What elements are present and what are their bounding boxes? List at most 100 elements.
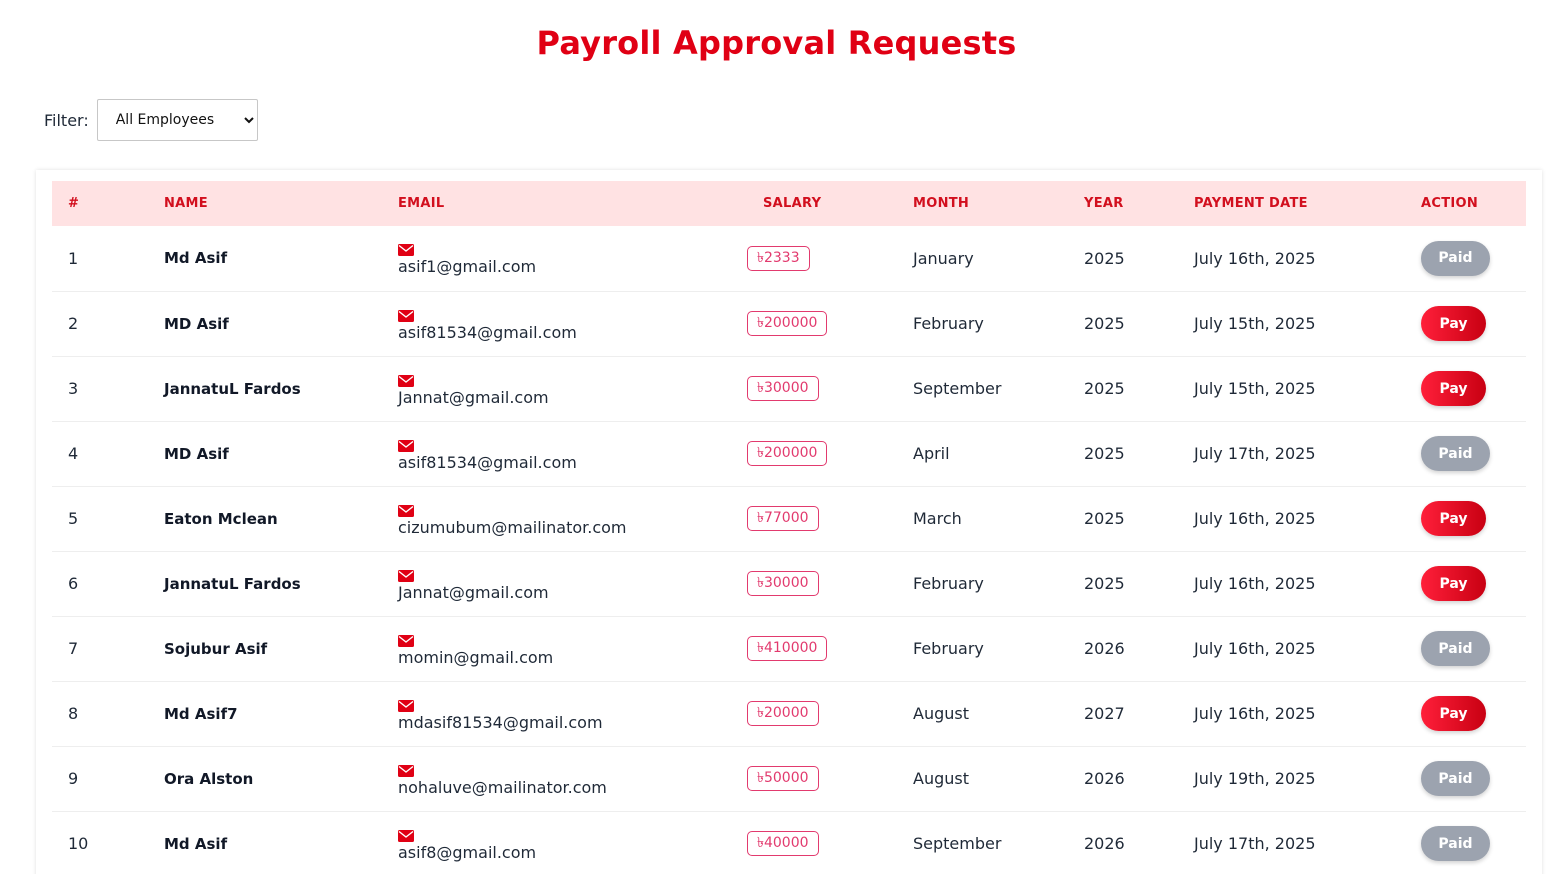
payroll-month: January: [913, 248, 974, 268]
column-header-action: ACTION: [1421, 196, 1479, 211]
salary-cell: ৳30000: [747, 551, 913, 616]
payroll-month: March: [913, 509, 962, 528]
email-cell: Jannat@gmail.com: [398, 551, 747, 616]
table-row: 9 Ora Alston nohaluve@mailinator.com ৳50000…: [52, 746, 1526, 811]
table-row: 7 Sojubur Asif momin@gmail.com ৳410000 Febru…: [52, 616, 1526, 681]
salary-cell: ৳200000: [747, 421, 913, 486]
salary-badge: ৳30000: [747, 376, 819, 401]
payment-date: July 17th, 2025: [1194, 834, 1316, 853]
row-number: 9: [68, 769, 79, 788]
email-cell: asif81534@gmail.com: [398, 421, 747, 486]
table-body: 1 Md Asif asif1@gmail.com ৳2333 January 2025 J…: [52, 226, 1526, 874]
salary-badge: ৳20000: [747, 701, 819, 726]
employee-email: mdasif81534@gmail.com: [398, 712, 603, 732]
payment-date: July 16th, 2025: [1194, 704, 1316, 723]
payroll-month: February: [913, 574, 984, 593]
payroll-page: Payroll Approval Requests Filter: All Em…: [0, 0, 1553, 874]
paid-button[interactable]: Paid: [1421, 240, 1490, 276]
envelope-icon: [398, 699, 414, 712]
column-header-salary: SALARY: [763, 196, 822, 211]
salary-badge: ৳40000: [747, 831, 819, 856]
payroll-year: 2027: [1084, 704, 1125, 723]
column-header-payment-date: PAYMENT DATE: [1194, 196, 1308, 211]
employee-email: asif81534@gmail.com: [398, 452, 577, 472]
action-cell: Paid: [1421, 616, 1526, 681]
employee-email: cizumubum@mailinator.com: [398, 517, 627, 537]
table-row: 3 JannatuL Fardos Jannat@gmail.com ৳30000 Se…: [52, 356, 1526, 421]
employee-name: MD Asif: [164, 314, 229, 333]
table-row: 1 Md Asif asif1@gmail.com ৳2333 January 2025 J…: [52, 226, 1526, 291]
row-number: 1: [68, 248, 79, 268]
envelope-icon: [398, 829, 414, 842]
row-number: 2: [68, 314, 79, 333]
row-number: 10: [68, 834, 89, 853]
row-number: 5: [68, 509, 79, 528]
payment-date: July 16th, 2025: [1194, 574, 1316, 593]
email-wrap: asif8@gmail.com: [398, 826, 747, 862]
salary-cell: ৳410000: [747, 616, 913, 681]
pay-button[interactable]: Pay: [1421, 501, 1486, 536]
payroll-year: 2026: [1084, 639, 1125, 658]
action-cell: Pay: [1421, 681, 1526, 746]
payroll-year: 2025: [1084, 248, 1125, 268]
row-number: 8: [68, 704, 79, 723]
salary-cell: ৳200000: [747, 291, 913, 356]
paid-button[interactable]: Paid: [1421, 761, 1490, 796]
employee-name: Eaton Mclean: [164, 509, 278, 528]
pay-button[interactable]: Pay: [1421, 696, 1486, 731]
email-wrap: Jannat@gmail.com: [398, 566, 747, 602]
table-row: 10 Md Asif asif8@gmail.com ৳40000 September 2…: [52, 811, 1526, 874]
pay-button[interactable]: Pay: [1421, 566, 1486, 601]
page-title: Payroll Approval Requests: [536, 24, 1017, 62]
email-wrap: cizumubum@mailinator.com: [398, 501, 747, 537]
action-cell: Pay: [1421, 551, 1526, 616]
column-header-number: #: [68, 196, 80, 211]
action-cell: Paid: [1421, 421, 1526, 486]
envelope-icon: [398, 244, 414, 257]
payroll-year: 2025: [1084, 314, 1125, 333]
envelope-icon: [398, 439, 414, 452]
pay-button[interactable]: Pay: [1421, 371, 1486, 406]
salary-badge: ৳77000: [747, 506, 819, 531]
salary-badge: ৳200000: [747, 441, 828, 466]
employee-email: Jannat@gmail.com: [398, 582, 549, 602]
column-header-name: NAME: [164, 196, 208, 211]
action-cell: Paid: [1421, 226, 1526, 291]
payment-date: July 16th, 2025: [1194, 509, 1316, 528]
payroll-table-card: # NAME EMAIL SALARY MONTH YEAR PAYMENT D…: [36, 170, 1542, 874]
payroll-year: 2025: [1084, 379, 1125, 398]
pay-button[interactable]: Pay: [1421, 306, 1486, 341]
salary-cell: ৳50000: [747, 746, 913, 811]
payroll-year: 2025: [1084, 574, 1125, 593]
employee-name: JannatuL Fardos: [164, 379, 301, 398]
employee-email: asif1@gmail.com: [398, 257, 537, 277]
action-cell: Pay: [1421, 291, 1526, 356]
salary-cell: ৳20000: [747, 681, 913, 746]
email-wrap: nohaluve@mailinator.com: [398, 761, 747, 797]
email-wrap: asif1@gmail.com: [398, 240, 747, 276]
table-row: 8 Md Asif7 mdasif81534@gmail.com ৳20000 Augu…: [52, 681, 1526, 746]
payment-date: July 17th, 2025: [1194, 444, 1316, 463]
paid-button[interactable]: Paid: [1421, 826, 1490, 861]
action-cell: Paid: [1421, 811, 1526, 874]
email-wrap: asif81534@gmail.com: [398, 436, 747, 472]
email-wrap: asif81534@gmail.com: [398, 306, 747, 342]
email-cell: asif81534@gmail.com: [398, 291, 747, 356]
employee-name: Md Asif: [164, 834, 228, 853]
employee-email: nohaluve@mailinator.com: [398, 777, 607, 797]
email-cell: Jannat@gmail.com: [398, 356, 747, 421]
employee-filter-select[interactable]: All Employees: [96, 99, 258, 141]
paid-button[interactable]: Paid: [1421, 631, 1490, 666]
salary-badge: ৳410000: [747, 636, 828, 661]
employee-name: MD Asif: [164, 444, 229, 463]
payment-date: July 19th, 2025: [1194, 769, 1316, 788]
salary-cell: ৳77000: [747, 486, 913, 551]
salary-badge: ৳50000: [747, 766, 819, 791]
paid-button[interactable]: Paid: [1421, 436, 1490, 471]
salary-cell: ৳2333: [747, 226, 913, 291]
payroll-month: February: [913, 314, 984, 333]
envelope-icon: [398, 634, 414, 647]
column-header-email: EMAIL: [398, 196, 445, 211]
employee-name: Ora Alston: [164, 769, 254, 788]
email-wrap: mdasif81534@gmail.com: [398, 696, 747, 732]
